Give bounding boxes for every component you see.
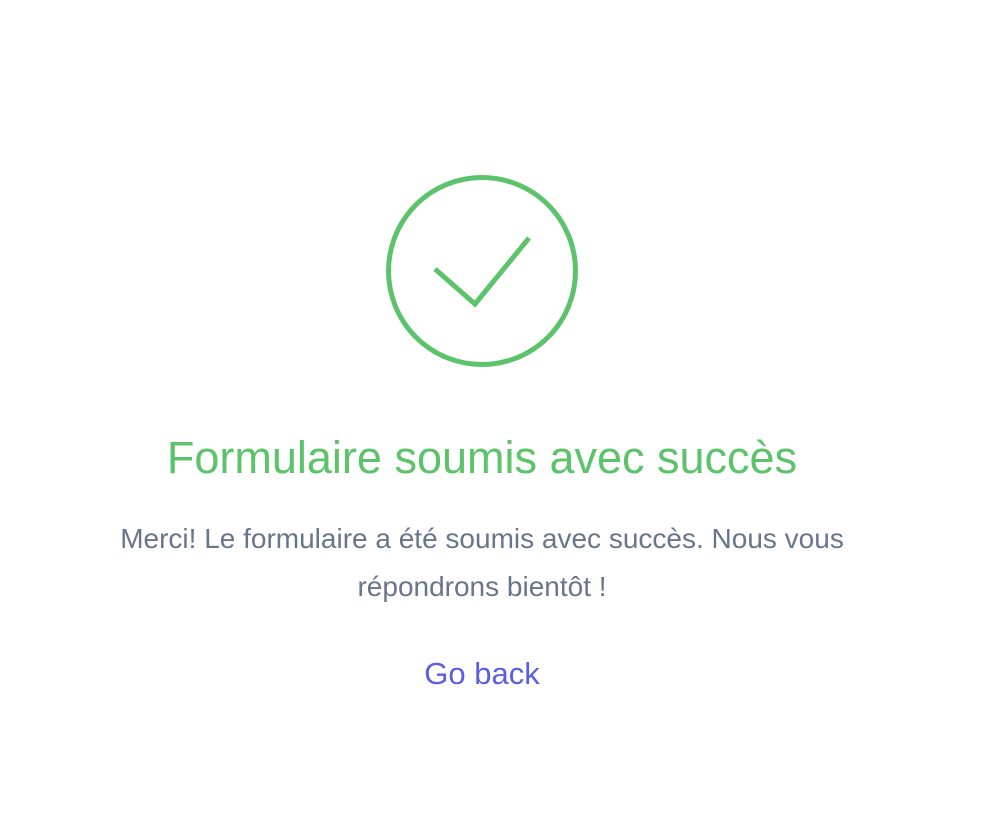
check-circle-icon xyxy=(385,174,579,368)
go-back-link[interactable]: Go back xyxy=(424,656,539,691)
success-title: Formulaire soumis avec succès xyxy=(166,432,798,483)
success-message: Merci! Le formulaire a été soumis avec s… xyxy=(120,523,844,602)
go-back-container: Go back xyxy=(0,652,964,696)
